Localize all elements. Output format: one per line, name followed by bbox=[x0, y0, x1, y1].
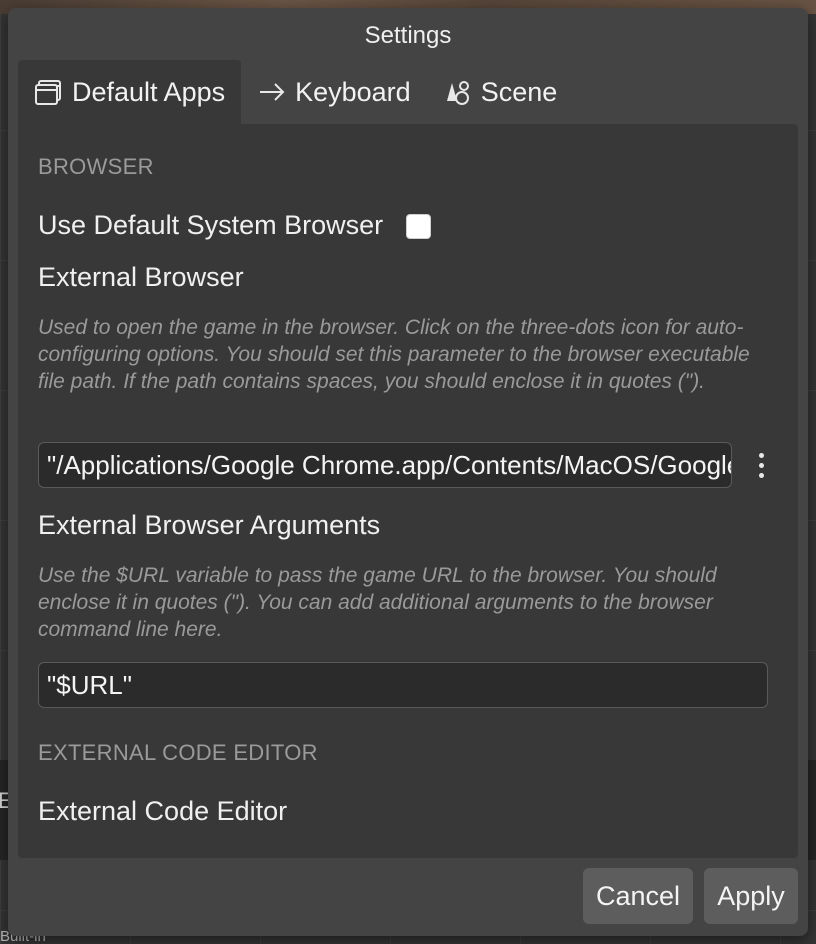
more-options-icon[interactable] bbox=[749, 445, 773, 485]
scene-icon bbox=[443, 77, 473, 107]
external-browser-help: Used to open the game in the browser. Cl… bbox=[38, 316, 750, 393]
tab-label: Keyboard bbox=[295, 76, 411, 107]
dialog-title: Settings bbox=[364, 22, 452, 49]
tab-label: Default Apps bbox=[72, 76, 226, 107]
browser-section-title: BROWSER bbox=[38, 154, 154, 179]
settings-tabs: Default Apps Keyboard Scene bbox=[18, 60, 573, 124]
cancel-button[interactable]: Cancel bbox=[583, 868, 693, 924]
tab-scene[interactable]: Scene bbox=[427, 60, 574, 124]
browser-arguments-input[interactable]: "$URL" bbox=[38, 662, 768, 708]
browser-arguments-help: Use the $URL variable to pass the game U… bbox=[38, 564, 717, 641]
external-browser-input[interactable]: "/Applications/Google Chrome.app/Content… bbox=[38, 442, 732, 488]
settings-dialog: Settings Default Apps Keyboard Scene BRO… bbox=[8, 8, 808, 936]
use-default-browser-label: Use Default System Browser bbox=[38, 210, 384, 240]
external-code-editor-label: External Code Editor bbox=[38, 796, 288, 826]
window-icon bbox=[34, 77, 64, 107]
tab-default-apps[interactable]: Default Apps bbox=[18, 60, 242, 124]
tab-label: Scene bbox=[480, 76, 558, 107]
default-apps-panel: BROWSER Use Default System Browser Exter… bbox=[18, 124, 798, 858]
tab-keyboard[interactable]: Keyboard bbox=[241, 60, 427, 124]
external-browser-label: External Browser bbox=[38, 262, 244, 292]
browser-arguments-label: External Browser Arguments bbox=[38, 510, 381, 540]
use-default-browser-checkbox[interactable] bbox=[406, 214, 431, 239]
code-editor-section-title: EXTERNAL CODE EDITOR bbox=[38, 740, 318, 765]
apply-button[interactable]: Apply bbox=[704, 868, 798, 924]
arrow-right-icon bbox=[257, 77, 287, 107]
